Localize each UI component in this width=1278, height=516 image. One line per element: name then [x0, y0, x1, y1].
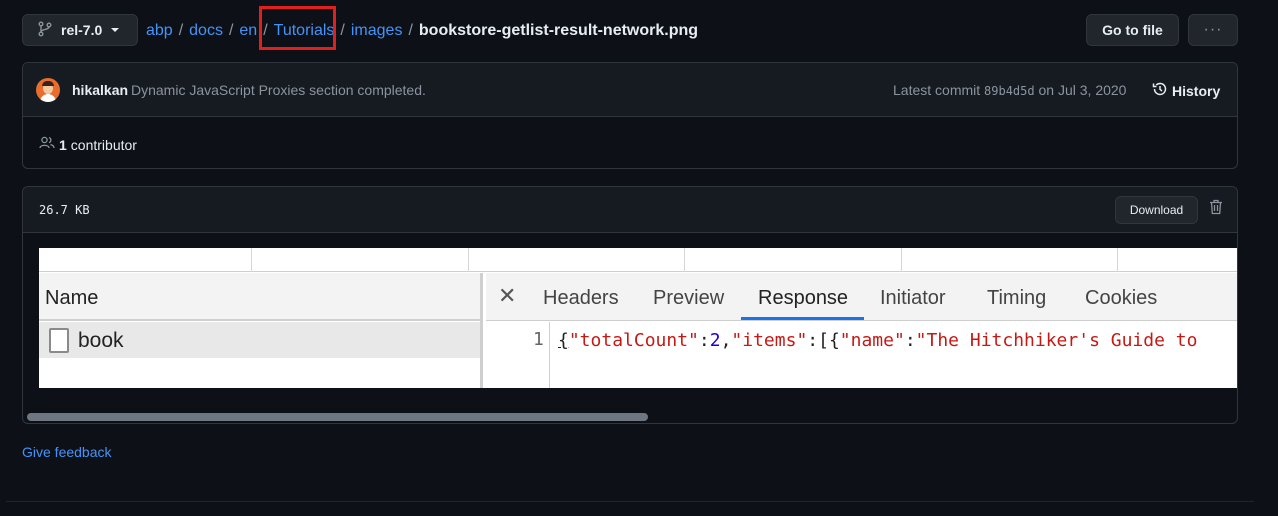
line-number-gutter: 1: [486, 322, 550, 388]
people-icon: [39, 135, 59, 154]
current-filename: bookstore-getlist-result-network.png: [418, 22, 699, 39]
branch-name: rel-7.0: [61, 22, 103, 38]
trash-icon[interactable]: [1209, 199, 1223, 218]
branch-selector-button[interactable]: rel-7.0: [22, 14, 138, 46]
commit-sha[interactable]: 89b4d5d: [984, 84, 1035, 98]
history-link[interactable]: History: [1152, 81, 1220, 100]
breadcrumb-link-images[interactable]: images: [351, 22, 403, 40]
commit-header: hikalkan Dynamic JavaScript Proxies sect…: [23, 63, 1237, 117]
tab-cookies: Cookies: [1085, 287, 1158, 309]
history-label: History: [1172, 82, 1221, 99]
breadcrumb-link-abp[interactable]: abp: [146, 22, 173, 40]
request-list: Name book: [39, 273, 483, 388]
breadcrumb-separator: /: [408, 22, 413, 39]
commit-message[interactable]: Dynamic JavaScript Proxies section compl…: [131, 82, 426, 98]
tab-preview: Preview: [653, 287, 725, 309]
latest-commit-label: Latest commit: [893, 82, 981, 98]
git-branch-icon: [38, 21, 52, 40]
document-icon: [49, 328, 69, 353]
close-icon: ✕: [498, 283, 517, 308]
go-to-file-button[interactable]: Go to file: [1086, 14, 1179, 46]
download-button[interactable]: Download: [1115, 196, 1198, 224]
annotation-highlight-box: [259, 6, 336, 50]
file-viewer: 26.7 KB Download Name book ✕ Headers Pre…: [22, 186, 1238, 424]
breadcrumb-separator: /: [228, 22, 234, 39]
name-column-header: Name: [39, 273, 480, 321]
latest-commit-box: hikalkan Dynamic JavaScript Proxies sect…: [22, 62, 1238, 169]
image-preview: Name book ✕ Headers Preview Response Ini…: [39, 248, 1237, 388]
contributors-count: 1: [59, 136, 67, 153]
line-number: 1: [533, 329, 544, 350]
breadcrumb: abp / docs / en / Tutorials / images / b…: [146, 20, 698, 42]
waterfall-header: [39, 248, 1237, 272]
horizontal-scrollbar[interactable]: [27, 413, 648, 421]
breadcrumb-link-docs[interactable]: docs: [189, 22, 223, 40]
contributors-label: contributor: [70, 136, 137, 153]
latest-commit-info: Latest commit 89b4d5d on Jul 3, 2020: [893, 82, 1126, 98]
give-feedback-link[interactable]: Give feedback: [22, 444, 112, 460]
file-size: 26.7 KB: [39, 203, 90, 217]
kebab-horizontal-icon[interactable]: ···: [1188, 14, 1238, 46]
tab-timing: Timing: [987, 287, 1047, 309]
breadcrumb-link-en[interactable]: en: [239, 22, 257, 40]
commit-author[interactable]: hikalkan: [72, 82, 128, 98]
request-row: book: [39, 322, 480, 358]
chevron-down-icon: [111, 28, 120, 32]
response-code: {"totalCount":2,"items":[{"name":"The Hi…: [558, 330, 1198, 351]
contributors-summary[interactable]: 1 contributor: [39, 135, 137, 154]
avatar[interactable]: [36, 78, 60, 102]
history-icon: [1152, 81, 1172, 100]
commit-date: on Jul 3, 2020: [1038, 82, 1127, 98]
file-header: 26.7 KB Download: [23, 187, 1237, 233]
name-header-label: Name: [45, 287, 99, 309]
tab-headers: Headers: [543, 287, 619, 309]
tab-initiator: Initiator: [880, 287, 946, 309]
breadcrumb-separator: /: [178, 22, 184, 39]
request-name: book: [78, 329, 124, 352]
details-tabbar: ✕ Headers Preview Response Initiator Tim…: [486, 273, 1237, 321]
divider: [6, 501, 1254, 502]
breadcrumb-separator: /: [340, 22, 345, 39]
active-tab-indicator: [741, 317, 864, 320]
tab-response: Response: [758, 287, 849, 309]
